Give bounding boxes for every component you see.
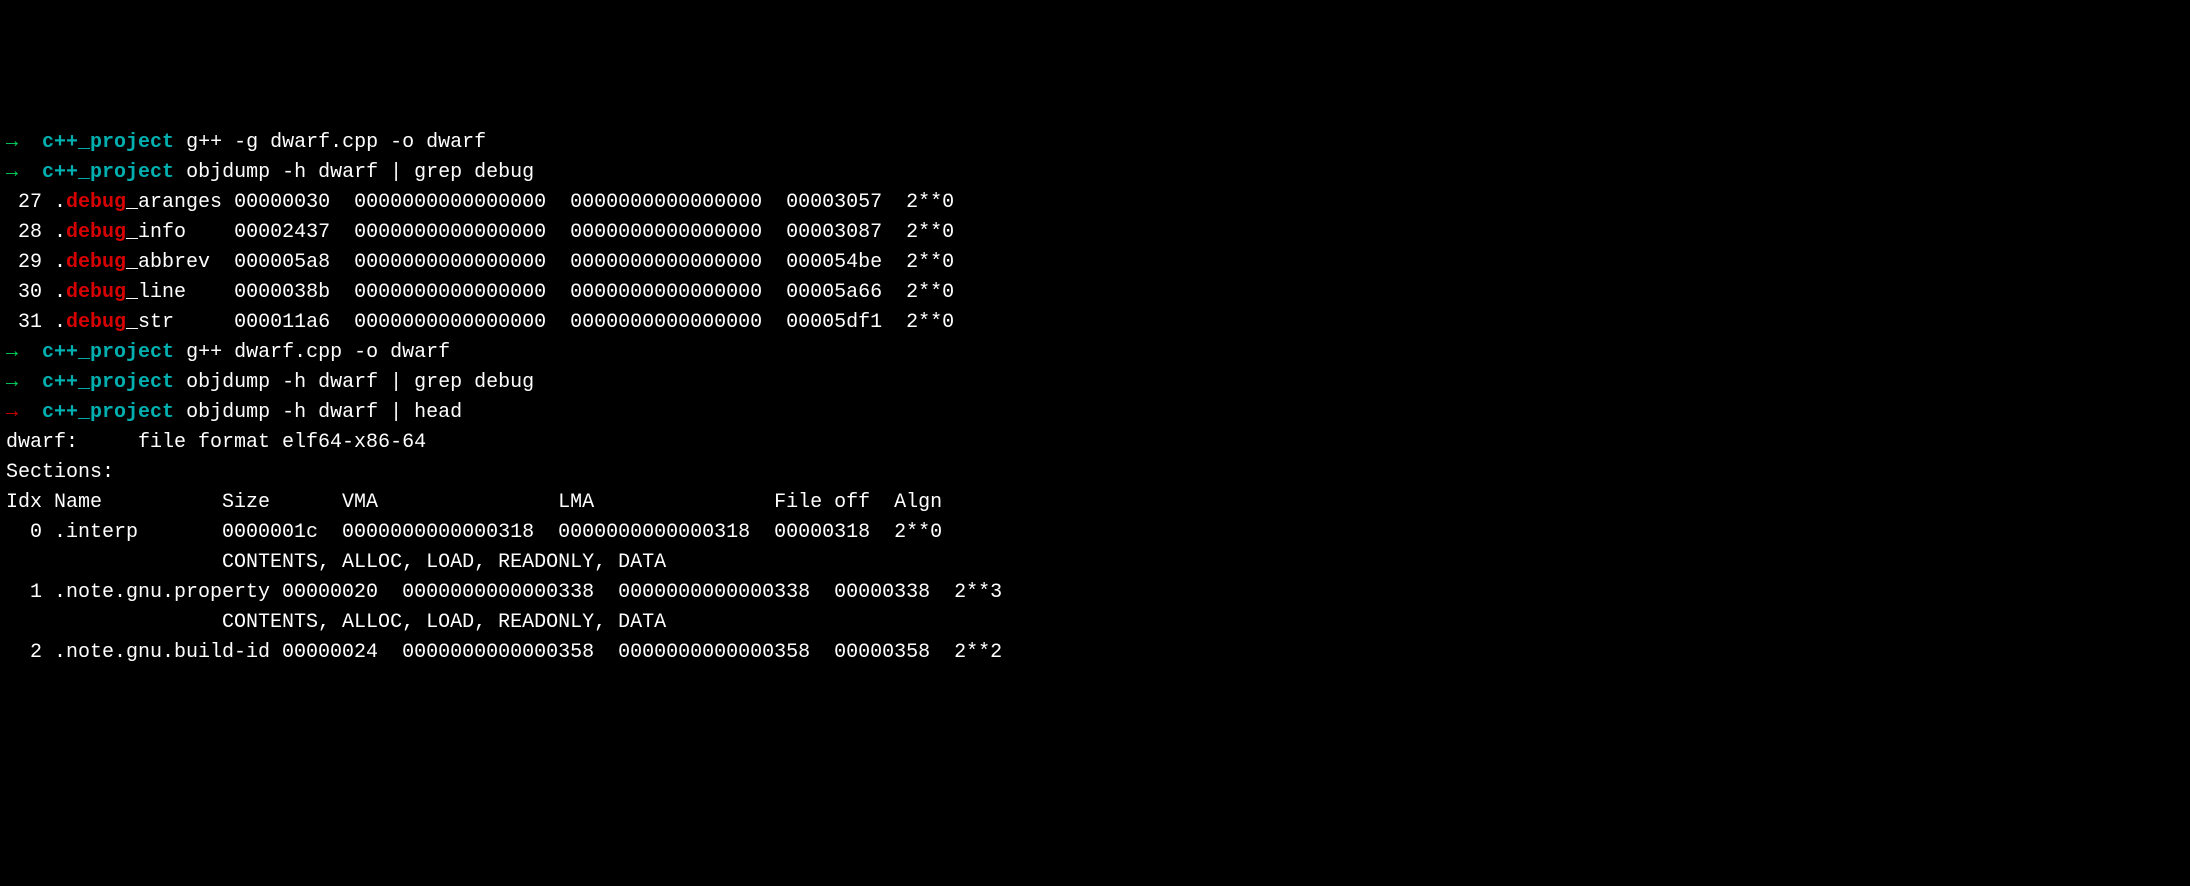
output-line: CONTENTS, ALLOC, LOAD, READONLY, DATA <box>6 548 2184 578</box>
output-line: Idx Name Size VMA LMA File off Algn <box>6 488 2184 518</box>
grep-highlight: debug <box>66 221 126 244</box>
prompt-arrow-icon: → <box>6 371 18 394</box>
output-line: 1 .note.gnu.property 00000020 0000000000… <box>6 578 2184 608</box>
prompt-command: g++ -g dwarf.cpp -o dwarf <box>186 131 486 154</box>
output-line: 2 .note.gnu.build-id 00000024 0000000000… <box>6 638 2184 668</box>
prompt-arrow-icon: → <box>6 401 18 424</box>
prompt-dir: c++_project <box>42 401 174 424</box>
grep-highlight: debug <box>66 251 126 274</box>
output-line: 30 .debug_line 0000038b 0000000000000000… <box>6 278 2184 308</box>
output-line: Sections: <box>6 458 2184 488</box>
output-line: dwarf: file format elf64-x86-64 <box>6 428 2184 458</box>
grep-highlight: debug <box>66 191 126 214</box>
prompt-line[interactable]: → c++_project g++ -g dwarf.cpp -o dwarf <box>6 128 2184 158</box>
prompt-line[interactable]: → c++_project objdump -h dwarf | grep de… <box>6 368 2184 398</box>
output-line: 28 .debug_info 00002437 0000000000000000… <box>6 218 2184 248</box>
grep-highlight: debug <box>66 311 126 334</box>
prompt-dir: c++_project <box>42 161 174 184</box>
prompt-dir: c++_project <box>42 341 174 364</box>
prompt-arrow-icon: → <box>6 131 18 154</box>
prompt-command: objdump -h dwarf | head <box>186 401 462 424</box>
prompt-command: g++ dwarf.cpp -o dwarf <box>186 341 450 364</box>
grep-highlight: debug <box>66 281 126 304</box>
output-line: 27 .debug_aranges 00000030 0000000000000… <box>6 188 2184 218</box>
output-line: 0 .interp 0000001c 0000000000000318 0000… <box>6 518 2184 548</box>
prompt-line[interactable]: → c++_project g++ dwarf.cpp -o dwarf <box>6 338 2184 368</box>
prompt-dir: c++_project <box>42 131 174 154</box>
prompt-command: objdump -h dwarf | grep debug <box>186 371 534 394</box>
prompt-line[interactable]: → c++_project objdump -h dwarf | grep de… <box>6 158 2184 188</box>
prompt-dir: c++_project <box>42 371 174 394</box>
prompt-command: objdump -h dwarf | grep debug <box>186 161 534 184</box>
prompt-arrow-icon: → <box>6 341 18 364</box>
output-line: 31 .debug_str 000011a6 0000000000000000 … <box>6 308 2184 338</box>
output-line: CONTENTS, ALLOC, LOAD, READONLY, DATA <box>6 608 2184 638</box>
prompt-arrow-icon: → <box>6 161 18 184</box>
prompt-line[interactable]: → c++_project objdump -h dwarf | head <box>6 398 2184 428</box>
output-line: 29 .debug_abbrev 000005a8 00000000000000… <box>6 248 2184 278</box>
